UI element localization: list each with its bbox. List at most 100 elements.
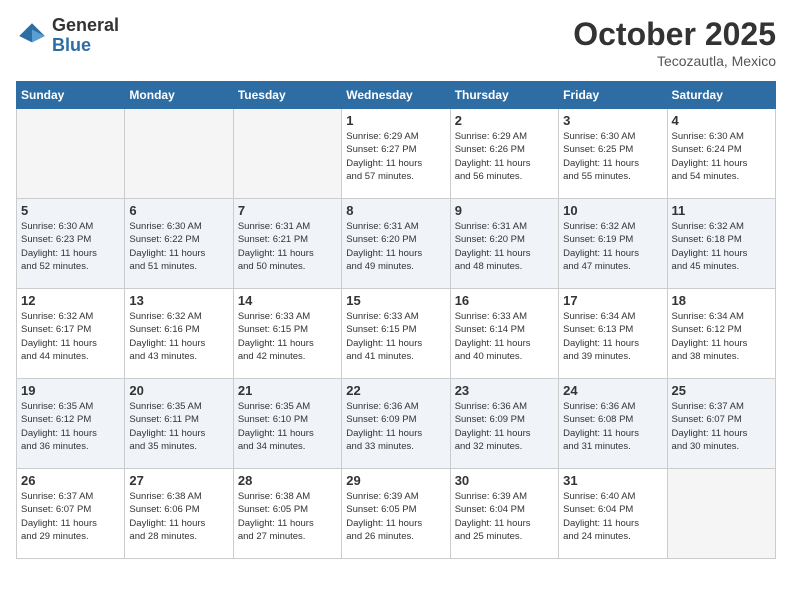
calendar-cell: 24 Sunrise: 6:36 AM Sunset: 6:08 PM Dayli… [559,379,667,469]
calendar-cell: 5 Sunrise: 6:30 AM Sunset: 6:23 PM Daylig… [17,199,125,289]
calendar-cell [17,109,125,199]
weekday-header: Thursday [450,82,558,109]
page-header: General Blue October 2025 Tecozautla, Me… [16,16,776,69]
calendar-cell: 7Sunrise: 6:31 AM Sunset: 6:21 PM Daylig… [233,199,341,289]
calendar-table: SundayMondayTuesdayWednesdayThursdayFrid… [16,81,776,559]
calendar-cell: 12Sunrise: 6:32 AM Sunset: 6:17 PM Dayli… [17,289,125,379]
calendar-row: 5 Sunrise: 6:30 AM Sunset: 6:23 PM Daylig… [17,199,776,289]
day-info: Sunrise: 6:33 AM Sunset: 6:14 PM Dayligh… [455,310,554,363]
day-info: Sunrise: 6:29 AM Sunset: 6:26 PM Dayligh… [455,130,554,183]
calendar-cell [233,109,341,199]
day-number: 1 [346,113,445,128]
day-number: 14 [238,293,337,308]
day-number: 29 [346,473,445,488]
day-info: Sunrise: 6:31 AM Sunset: 6:20 PM Dayligh… [346,220,445,273]
day-number: 2 [455,113,554,128]
calendar-cell [667,469,775,559]
calendar-cell: 4 Sunrise: 6:30 AM Sunset: 6:24 PM Daylig… [667,109,775,199]
calendar-cell: 1 Sunrise: 6:29 AM Sunset: 6:27 PM Daylig… [342,109,450,199]
day-number: 4 [672,113,771,128]
day-info: Sunrise: 6:40 AM Sunset: 6:04 PM Dayligh… [563,490,662,543]
day-info: Sunrise: 6:33 AM Sunset: 6:15 PM Dayligh… [346,310,445,363]
weekday-header: Tuesday [233,82,341,109]
day-number: 23 [455,383,554,398]
day-info: Sunrise: 6:35 AM Sunset: 6:10 PM Dayligh… [238,400,337,453]
calendar-cell: 14 Sunrise: 6:33 AM Sunset: 6:15 PM Dayli… [233,289,341,379]
calendar-cell: 6Sunrise: 6:30 AM Sunset: 6:22 PM Daylig… [125,199,233,289]
calendar-cell: 16 Sunrise: 6:33 AM Sunset: 6:14 PM Dayli… [450,289,558,379]
day-number: 17 [563,293,662,308]
day-number: 31 [563,473,662,488]
day-number: 28 [238,473,337,488]
calendar-cell: 23 Sunrise: 6:36 AM Sunset: 6:09 PM Dayli… [450,379,558,469]
calendar-cell: 13 Sunrise: 6:32 AM Sunset: 6:16 PM Dayli… [125,289,233,379]
location: Tecozautla, Mexico [573,53,776,69]
day-info: Sunrise: 6:34 AM Sunset: 6:13 PM Dayligh… [563,310,662,363]
calendar-cell: 8 Sunrise: 6:31 AM Sunset: 6:20 PM Daylig… [342,199,450,289]
day-info: Sunrise: 6:32 AM Sunset: 6:16 PM Dayligh… [129,310,228,363]
weekday-header: Friday [559,82,667,109]
calendar-cell: 2 Sunrise: 6:29 AM Sunset: 6:26 PM Daylig… [450,109,558,199]
day-number: 9 [455,203,554,218]
calendar-cell: 28Sunrise: 6:38 AM Sunset: 6:05 PM Dayli… [233,469,341,559]
logo-general: General [52,16,119,36]
weekday-header: Wednesday [342,82,450,109]
day-info: Sunrise: 6:30 AM Sunset: 6:23 PM Dayligh… [21,220,120,273]
day-number: 22 [346,383,445,398]
calendar-cell: 20 Sunrise: 6:35 AM Sunset: 6:11 PM Dayli… [125,379,233,469]
day-info: Sunrise: 6:36 AM Sunset: 6:09 PM Dayligh… [455,400,554,453]
calendar-row: 1 Sunrise: 6:29 AM Sunset: 6:27 PM Daylig… [17,109,776,199]
day-info: Sunrise: 6:35 AM Sunset: 6:11 PM Dayligh… [129,400,228,453]
day-info: Sunrise: 6:33 AM Sunset: 6:15 PM Dayligh… [238,310,337,363]
calendar-cell [125,109,233,199]
calendar-row: 19Sunrise: 6:35 AM Sunset: 6:12 PM Dayli… [17,379,776,469]
day-info: Sunrise: 6:32 AM Sunset: 6:17 PM Dayligh… [21,310,120,363]
calendar-cell: 9Sunrise: 6:31 AM Sunset: 6:20 PM Daylig… [450,199,558,289]
day-number: 26 [21,473,120,488]
day-info: Sunrise: 6:32 AM Sunset: 6:19 PM Dayligh… [563,220,662,273]
calendar-row: 12Sunrise: 6:32 AM Sunset: 6:17 PM Dayli… [17,289,776,379]
calendar-cell: 17 Sunrise: 6:34 AM Sunset: 6:13 PM Dayli… [559,289,667,379]
logo-text: General Blue [52,16,119,56]
day-info: Sunrise: 6:34 AM Sunset: 6:12 PM Dayligh… [672,310,771,363]
weekday-header: Monday [125,82,233,109]
day-number: 16 [455,293,554,308]
weekday-header: Sunday [17,82,125,109]
calendar-cell: 3Sunrise: 6:30 AM Sunset: 6:25 PM Daylig… [559,109,667,199]
day-number: 11 [672,203,771,218]
day-info: Sunrise: 6:30 AM Sunset: 6:25 PM Dayligh… [563,130,662,183]
calendar-cell: 31 Sunrise: 6:40 AM Sunset: 6:04 PM Dayli… [559,469,667,559]
calendar-cell: 22 Sunrise: 6:36 AM Sunset: 6:09 PM Dayli… [342,379,450,469]
day-info: Sunrise: 6:29 AM Sunset: 6:27 PM Dayligh… [346,130,445,183]
weekday-header-row: SundayMondayTuesdayWednesdayThursdayFrid… [17,82,776,109]
day-number: 18 [672,293,771,308]
day-info: Sunrise: 6:32 AM Sunset: 6:18 PM Dayligh… [672,220,771,273]
day-info: Sunrise: 6:36 AM Sunset: 6:08 PM Dayligh… [563,400,662,453]
calendar-cell: 19Sunrise: 6:35 AM Sunset: 6:12 PM Dayli… [17,379,125,469]
day-info: Sunrise: 6:38 AM Sunset: 6:06 PM Dayligh… [129,490,228,543]
calendar-cell: 18 Sunrise: 6:34 AM Sunset: 6:12 PM Dayli… [667,289,775,379]
day-info: Sunrise: 6:36 AM Sunset: 6:09 PM Dayligh… [346,400,445,453]
calendar-cell: 26Sunrise: 6:37 AM Sunset: 6:07 PM Dayli… [17,469,125,559]
month-title: October 2025 [573,16,776,53]
day-number: 20 [129,383,228,398]
calendar-cell: 30Sunrise: 6:39 AM Sunset: 6:04 PM Dayli… [450,469,558,559]
day-number: 5 [21,203,120,218]
day-number: 10 [563,203,662,218]
day-info: Sunrise: 6:30 AM Sunset: 6:22 PM Dayligh… [129,220,228,273]
logo: General Blue [16,16,119,56]
day-number: 7 [238,203,337,218]
title-block: October 2025 Tecozautla, Mexico [573,16,776,69]
day-number: 27 [129,473,228,488]
day-number: 8 [346,203,445,218]
day-number: 25 [672,383,771,398]
calendar-cell: 10 Sunrise: 6:32 AM Sunset: 6:19 PM Dayli… [559,199,667,289]
day-info: Sunrise: 6:39 AM Sunset: 6:05 PM Dayligh… [346,490,445,543]
day-info: Sunrise: 6:39 AM Sunset: 6:04 PM Dayligh… [455,490,554,543]
calendar-cell: 25 Sunrise: 6:37 AM Sunset: 6:07 PM Dayli… [667,379,775,469]
day-info: Sunrise: 6:37 AM Sunset: 6:07 PM Dayligh… [672,400,771,453]
day-info: Sunrise: 6:30 AM Sunset: 6:24 PM Dayligh… [672,130,771,183]
day-number: 13 [129,293,228,308]
day-number: 24 [563,383,662,398]
calendar-row: 26Sunrise: 6:37 AM Sunset: 6:07 PM Dayli… [17,469,776,559]
